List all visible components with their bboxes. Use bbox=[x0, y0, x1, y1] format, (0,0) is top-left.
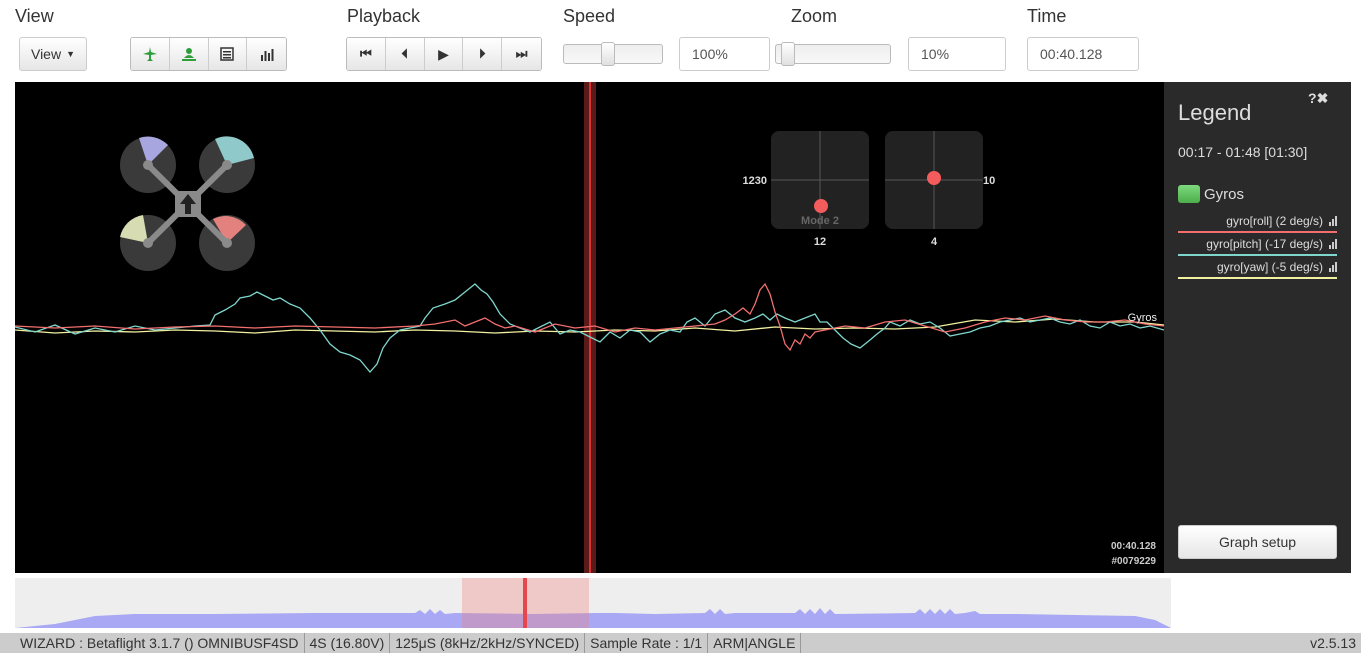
legend-title: Legend bbox=[1178, 100, 1252, 125]
aircraft-icon bbox=[142, 47, 157, 61]
speed-slider[interactable] bbox=[563, 42, 663, 66]
status-segments: WIZARD : Betaflight 3.1.7 () OMNIBUSF4SD… bbox=[0, 633, 802, 653]
speed-section-label: Speed bbox=[563, 6, 616, 26]
view-section-label: View bbox=[15, 6, 54, 26]
zoom-slider[interactable] bbox=[775, 42, 891, 66]
status-segment: 125μS (8kHz/2kHz/SYNCED) bbox=[390, 633, 586, 653]
spectrum-icon bbox=[260, 49, 274, 61]
craft-toggle-button[interactable] bbox=[131, 38, 170, 70]
craft-diagram bbox=[120, 136, 255, 271]
legend-help-close-controls: ?✖ bbox=[1308, 90, 1328, 107]
zoom-section-label: Zoom bbox=[791, 6, 838, 26]
legend-item-label: gyro[pitch] (-17 deg/s) bbox=[1206, 236, 1323, 251]
legend-group-header[interactable]: Gyros bbox=[1178, 185, 1244, 203]
cursor-frame-readout: #0079229 bbox=[1112, 556, 1157, 567]
analyser-toggle-button[interactable] bbox=[247, 38, 286, 70]
stick-left-side-value: 1230 bbox=[743, 175, 767, 187]
stick-right-bottom-value: 4 bbox=[931, 236, 938, 248]
legend-panel: Legend ?✖ 00:17 - 01:48 [01:30] Gyros gy… bbox=[1164, 82, 1351, 573]
analyser-icon[interactable] bbox=[1329, 261, 1337, 272]
view-toggle-group bbox=[130, 37, 287, 71]
user-icon bbox=[181, 48, 196, 61]
graph-series-label: Gyros bbox=[1128, 312, 1158, 324]
stick-left-bottom-value: 12 bbox=[814, 236, 826, 248]
jump-end-button[interactable]: ⏭ bbox=[502, 38, 541, 70]
timeline-cursor[interactable] bbox=[523, 578, 527, 628]
play-button[interactable]: ▶ bbox=[424, 38, 464, 70]
stick-right-box bbox=[885, 131, 983, 229]
app-version: v2.5.13 bbox=[1310, 635, 1356, 651]
fast-forward-icon: ⏭ bbox=[515, 46, 528, 61]
group-color-swatch bbox=[1178, 185, 1200, 203]
graph-setup-button[interactable]: Graph setup bbox=[1178, 525, 1337, 559]
stick-right-side-value: 10 bbox=[983, 175, 995, 187]
stick-mode-label: Mode 2 bbox=[801, 215, 839, 227]
close-icon[interactable]: ✖ bbox=[1317, 90, 1329, 106]
playback-section-label: Playback bbox=[347, 6, 421, 26]
speed-input[interactable]: 100% bbox=[679, 37, 770, 71]
time-input[interactable]: 00:40.128 bbox=[1027, 37, 1139, 71]
legend-item[interactable]: gyro[roll] (2 deg/s) bbox=[1178, 210, 1337, 233]
legend-item-label: gyro[yaw] (-5 deg/s) bbox=[1216, 259, 1323, 274]
step-back-button[interactable]: ⏴ bbox=[385, 38, 425, 70]
step-forward-icon: ⏵ bbox=[479, 46, 486, 61]
analyser-icon[interactable] bbox=[1329, 238, 1337, 249]
time-section-label: Time bbox=[1027, 6, 1067, 26]
legend-time-range: 00:17 - 01:48 [01:30] bbox=[1178, 144, 1308, 160]
speed-slider-handle[interactable] bbox=[601, 42, 615, 66]
caret-down-icon: ▼ bbox=[66, 49, 75, 59]
sticks-toggle-button[interactable] bbox=[169, 38, 209, 70]
view-dropdown-label: View bbox=[30, 46, 62, 62]
analyser-icon[interactable] bbox=[1329, 215, 1337, 226]
status-segment: 4S (16.80V) bbox=[305, 633, 391, 653]
play-icon: ▶ bbox=[438, 45, 449, 62]
fast-backward-icon: ⏮ bbox=[360, 46, 372, 61]
list-icon bbox=[220, 47, 235, 61]
view-dropdown-button[interactable]: View ▼ bbox=[19, 37, 87, 71]
legend-item-label: gyro[roll] (2 deg/s) bbox=[1226, 213, 1323, 228]
legend-item[interactable]: gyro[yaw] (-5 deg/s) bbox=[1178, 256, 1337, 279]
cursor-time-readout: 00:40.128 bbox=[1111, 541, 1156, 552]
playback-controls: ⏮ ⏴ ▶ ⏵ ⏭ bbox=[346, 37, 542, 71]
step-backward-icon: ⏴ bbox=[401, 46, 408, 61]
step-forward-button[interactable]: ⏵ bbox=[463, 38, 503, 70]
help-icon[interactable]: ? bbox=[1308, 90, 1317, 106]
legend-items: gyro[roll] (2 deg/s) gyro[pitch] (-17 deg… bbox=[1178, 210, 1337, 279]
table-toggle-button[interactable] bbox=[208, 38, 248, 70]
legend-group-name: Gyros bbox=[1204, 185, 1245, 203]
status-segment: WIZARD : Betaflight 3.1.7 () OMNIBUSF4SD bbox=[15, 633, 305, 653]
zoom-slider-handle[interactable] bbox=[781, 42, 795, 66]
status-segment: ARM|ANGLE bbox=[708, 633, 802, 653]
log-graph-canvas[interactable]: 1230 Mode 2 12 10 4 Gyros 00:40.128 #007… bbox=[15, 82, 1164, 573]
status-segment: Sample Rate : 1/1 bbox=[585, 633, 709, 653]
legend-item[interactable]: gyro[pitch] (-17 deg/s) bbox=[1178, 233, 1337, 256]
zoom-input[interactable]: 10% bbox=[908, 37, 1006, 71]
jump-start-button[interactable]: ⏮ bbox=[347, 38, 386, 70]
status-bar: WIZARD : Betaflight 3.1.7 () OMNIBUSF4SD… bbox=[0, 633, 1361, 653]
playback-cursor[interactable] bbox=[589, 82, 591, 573]
timeline-throttle-profile bbox=[15, 608, 1171, 628]
log-timeline-overview[interactable] bbox=[15, 578, 1171, 628]
